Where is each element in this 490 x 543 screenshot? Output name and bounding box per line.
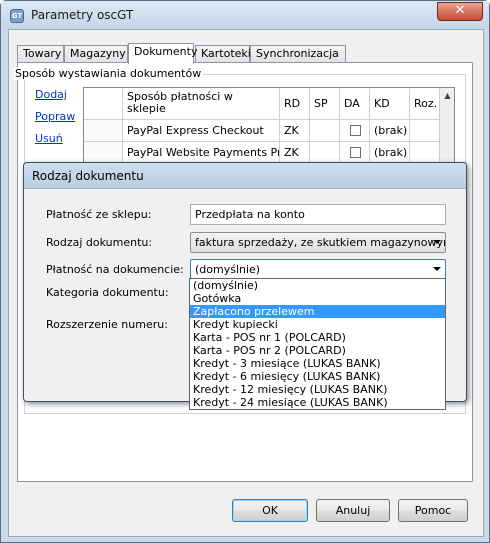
chevron-down-icon[interactable] [433, 267, 441, 271]
cell-kd[interactable]: (brak) [370, 120, 410, 141]
col-header-da[interactable]: DA [340, 88, 370, 119]
list-item[interactable]: Kredyt - 3 miesiące (LUKAS BANK) [190, 357, 445, 370]
list-item-selected[interactable]: Zapłacono przelewem [190, 305, 445, 318]
title-bar: GT Parametry oscGT ✕ [1, 1, 489, 29]
col-header-kd[interactable]: KD [370, 88, 410, 119]
store-payment-field[interactable]: Przedpłata na konto [190, 204, 446, 225]
cell-kd[interactable]: (brak) [370, 142, 410, 163]
cell-payment[interactable]: PayPal Express Checkout [123, 120, 280, 141]
doc-type-label: Rodzaj dokumentu: [46, 236, 153, 249]
scroll-up-arrow-icon[interactable]: ▲ [440, 88, 454, 103]
list-item[interactable]: Karta - POS nr 2 (POLCARD) [190, 344, 445, 357]
list-item[interactable]: (domyślnie) [190, 279, 445, 292]
cell-sp[interactable] [310, 142, 340, 163]
list-item[interactable]: Kredyt kupiecki [190, 318, 445, 331]
edit-link[interactable]: Popraw [35, 110, 75, 123]
list-item[interactable]: Karta - POS nr 1 (POLCARD) [190, 331, 445, 344]
ok-button[interactable]: OK [232, 499, 308, 522]
cell-roz[interactable] [410, 120, 441, 141]
row-indicator[interactable] [84, 142, 123, 163]
close-button[interactable]: ✕ [437, 2, 483, 21]
tab-dokumenty[interactable]: Dokumenty [128, 43, 197, 64]
cell-da[interactable] [340, 120, 370, 141]
window-title: Parametry oscGT [31, 8, 134, 22]
list-item[interactable]: Gotówka [190, 292, 445, 305]
doc-type-select[interactable]: faktura sprzedaży, ze skutkiem magazynow… [190, 232, 446, 253]
group-title: Sposób wystawiania dokumentów [13, 67, 204, 80]
doc-payment-label: Płatność na dokumencie: [46, 263, 184, 276]
tab-magazyny[interactable]: Magazyny [64, 45, 128, 63]
da-checkbox[interactable] [350, 147, 361, 158]
cell-rd[interactable]: ZK [280, 142, 310, 163]
delete-link[interactable]: Usuń [35, 132, 63, 145]
payment-dropdown-list[interactable]: (domyślnie) Gotówka Zapłacono przelewem … [189, 278, 446, 410]
tab-synchronizacja[interactable]: Synchronizacja [250, 45, 346, 63]
tab-towary[interactable]: Towary [17, 45, 64, 63]
doc-payment-select[interactable]: (domyślnie) [190, 259, 446, 280]
add-link[interactable]: Dodaj [35, 88, 67, 101]
list-item[interactable]: Kredyt - 24 miesiące (LUKAS BANK) [190, 396, 445, 409]
cancel-button[interactable]: Anuluj [316, 499, 390, 522]
cell-sp[interactable] [310, 120, 340, 141]
app-icon: GT [10, 9, 24, 23]
store-payment-label: Płatność ze sklepu: [46, 208, 152, 221]
cell-roz[interactable] [410, 142, 441, 163]
cell-da[interactable] [340, 142, 370, 163]
col-header-sp[interactable]: SP [310, 88, 340, 119]
grid-row-indicator-header [84, 88, 123, 119]
number-extension-label: Rozszerzenie numeru: [46, 318, 168, 331]
table-row[interactable]: PayPal Website Payments Pr... ZK (brak) [84, 142, 441, 164]
help-button[interactable]: Pomoc [398, 499, 468, 522]
da-checkbox[interactable] [350, 125, 361, 136]
cell-rd[interactable]: ZK [280, 120, 310, 141]
cell-payment[interactable]: PayPal Website Payments Pr... [123, 142, 280, 163]
doc-type-value: faktura sprzedaży, ze skutkiem magazynow… [195, 236, 446, 249]
dialog-title: Rodzaj dokumentu [24, 163, 466, 189]
doc-category-label: Kategoria dokumentu: [46, 286, 169, 299]
doc-payment-value: (domyślnie) [195, 263, 261, 276]
table-row[interactable]: PayPal Express Checkout ZK (brak) [84, 120, 441, 142]
col-header-payment[interactable]: Sposób płatności w sklepie [123, 88, 280, 119]
col-header-rd[interactable]: RD [280, 88, 310, 119]
col-header-roz[interactable]: Roz. [410, 88, 441, 119]
list-item[interactable]: Kredyt - 6 miesięcy (LUKAS BANK) [190, 370, 445, 383]
grid-header-row: Sposób płatności w sklepie RD SP DA KD R… [84, 88, 441, 120]
tab-kartoteki[interactable]: Kartoteki [195, 45, 251, 63]
chevron-down-icon[interactable] [433, 240, 441, 244]
row-indicator[interactable] [84, 120, 123, 141]
list-item[interactable]: Kredyt - 12 miesięcy (LUKAS BANK) [190, 383, 445, 396]
